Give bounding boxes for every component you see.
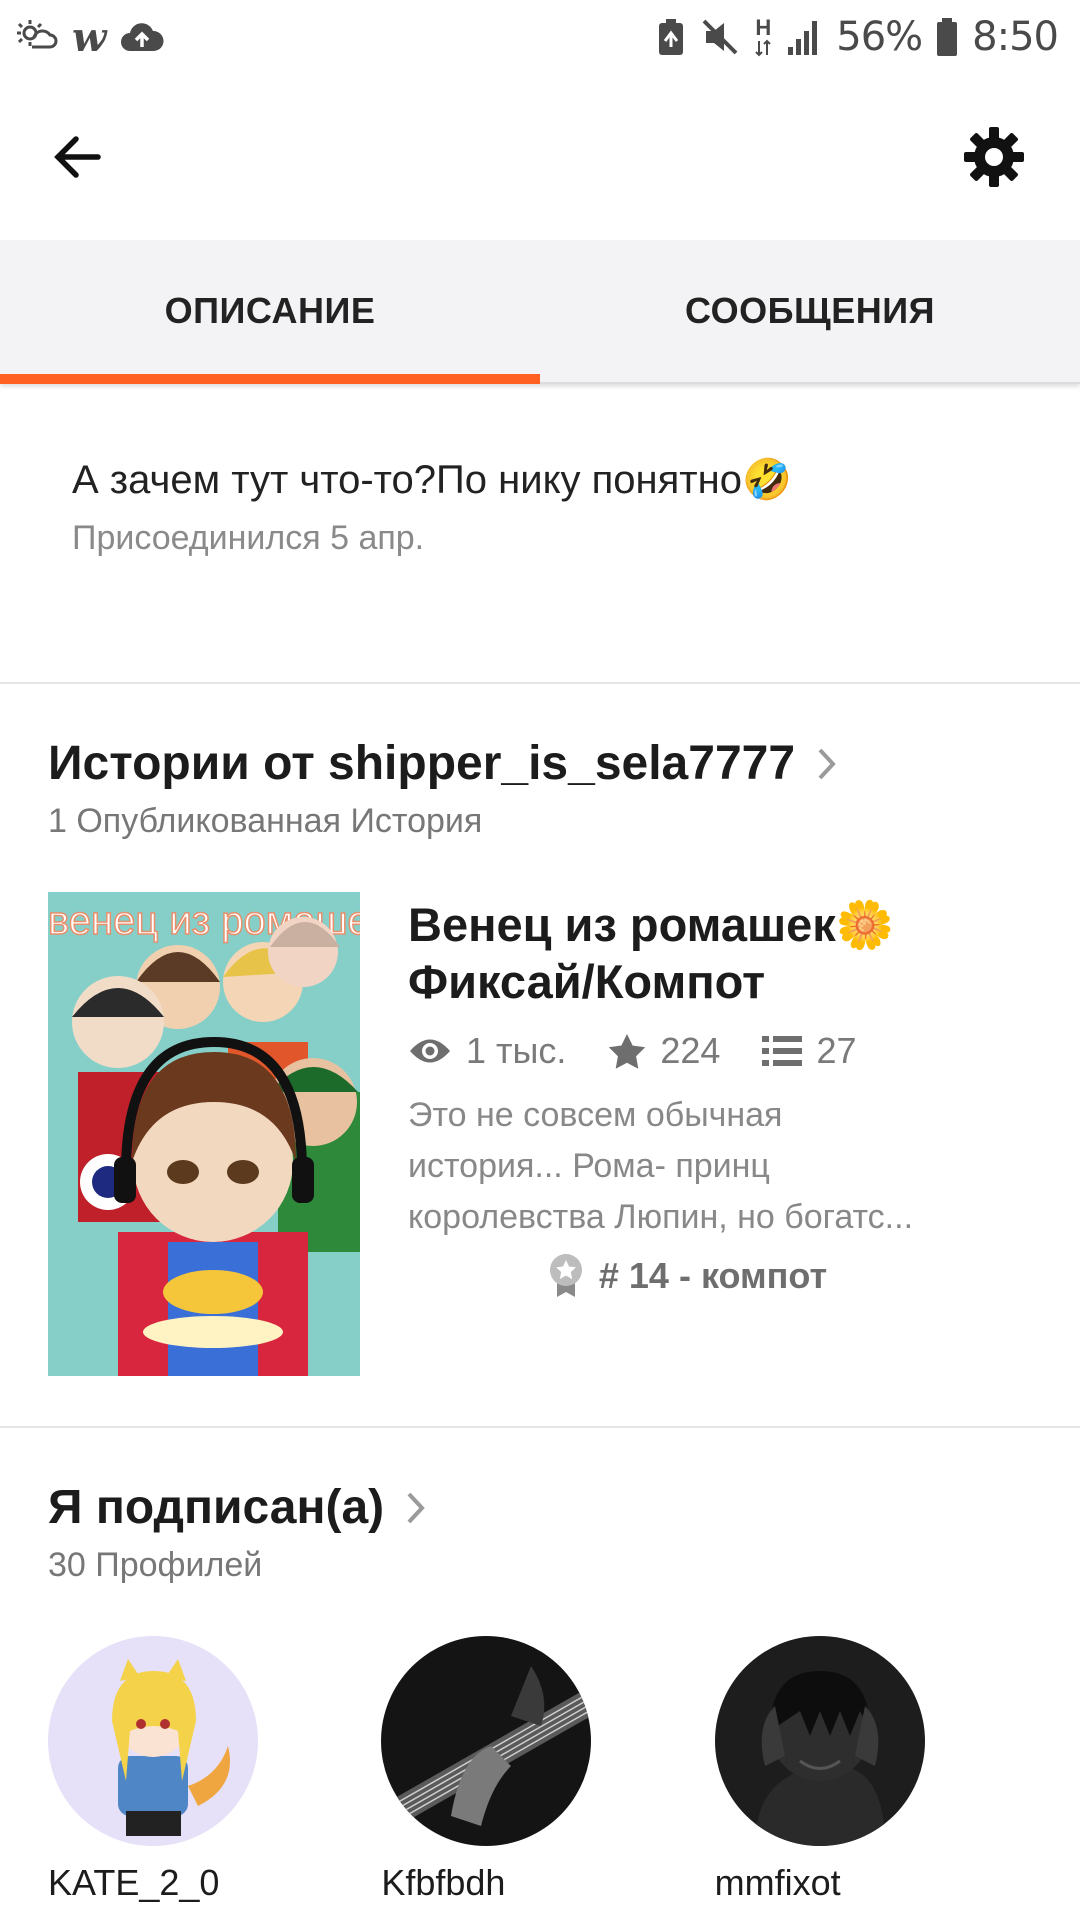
- chevron-right-icon: [818, 748, 836, 779]
- gear-icon: [964, 127, 1024, 187]
- story-stats: 1 тыс. 224 27: [408, 1030, 1028, 1072]
- story-description-line: королевства Люпин, но богатс...: [408, 1198, 914, 1236]
- tab-bar: ОПИСАНИЕ СООБЩЕНИЯ: [0, 240, 1080, 384]
- story-info: Венец из ромашек🌼 Фиксай/Компот 1 тыс. 2…: [408, 896, 1028, 1299]
- divider: [0, 682, 1080, 684]
- profile-item[interactable]: Kfbfbdh: [381, 1636, 714, 1904]
- clock: 8:50: [972, 14, 1059, 60]
- about-section: А зачем тут что-то?По нику понятно🤣 Прис…: [72, 456, 1032, 558]
- parts-stat: 27: [762, 1030, 857, 1072]
- story-title-line2: Фиксай/Компот: [408, 955, 766, 1008]
- status-left: w: [14, 14, 164, 61]
- profile-name: KATE_2_0: [48, 1862, 220, 1903]
- cloud-upload-icon: [120, 19, 164, 55]
- settings-button[interactable]: [944, 107, 1044, 207]
- joined-date: Присоединился 5 апр.: [72, 519, 425, 557]
- story-rank[interactable]: # 14 - компот: [408, 1253, 1028, 1299]
- signal-icon: [786, 17, 822, 57]
- back-button[interactable]: [50, 107, 150, 207]
- avatar[interactable]: [48, 1636, 258, 1846]
- divider: [0, 1426, 1080, 1428]
- story-description-line: Это не совсем обычная: [408, 1096, 783, 1134]
- battery-saver-icon: [656, 17, 686, 57]
- story-title[interactable]: Венец из ромашек🌼 Фиксай/Компот: [408, 896, 1028, 1010]
- mute-icon: [700, 17, 740, 57]
- profile-item[interactable]: mmfixot: [714, 1636, 1048, 1904]
- following-title: Я подписан(а): [48, 1481, 385, 1534]
- battery-percent: 56%: [836, 14, 923, 60]
- weather-icon: [14, 17, 58, 57]
- profile-name: Kfbfbdh: [381, 1862, 506, 1903]
- story-cover-image[interactable]: венец из ромашек: [48, 892, 360, 1376]
- network-label: H: [755, 15, 772, 40]
- story-description: Это не совсем обычная история... Рома- п…: [408, 1090, 1028, 1243]
- profiles-list: KATE_2_0 Kfbfbdh mmfixot: [48, 1636, 1048, 1904]
- votes-count: 224: [660, 1030, 721, 1071]
- network-h-icon: H: [754, 17, 772, 57]
- parts-count: 27: [816, 1030, 857, 1071]
- wattpad-w-icon: w: [72, 13, 107, 61]
- avatar[interactable]: [714, 1636, 925, 1846]
- star-icon: [609, 1034, 646, 1069]
- tab-messages[interactable]: СООБЩЕНИЯ: [540, 240, 1080, 382]
- battery-icon: [936, 17, 958, 57]
- award-badge-icon: [549, 1254, 582, 1297]
- story-title-line1: Венец из ромашек🌼: [408, 898, 895, 951]
- eye-icon: [410, 1039, 450, 1063]
- stories-count: 1 Опубликованная История: [48, 802, 483, 840]
- story-description-line: история... Рома- принц: [408, 1147, 770, 1185]
- stories-header[interactable]: Истории от shipper_is_sela7777: [48, 736, 837, 791]
- profile-item[interactable]: KATE_2_0: [48, 1636, 381, 1904]
- back-arrow-icon: [54, 136, 101, 178]
- stories-title: Истории от shipper_is_sela7777: [48, 737, 796, 790]
- following-header[interactable]: Я подписан(а): [48, 1480, 426, 1535]
- votes-stat: 224: [608, 1030, 720, 1072]
- status-bar: w H 56% 8:50: [0, 0, 1080, 74]
- chevron-right-icon: [407, 1492, 425, 1523]
- app-bar: [0, 74, 1080, 240]
- list-icon: [762, 1036, 803, 1066]
- views-count: 1 тыс.: [466, 1030, 567, 1071]
- about-text: А зачем тут что-то?По нику понятно🤣: [72, 458, 792, 502]
- rank-text: # 14 - компот: [598, 1255, 828, 1296]
- views-stat: 1 тыс.: [408, 1030, 566, 1072]
- following-count: 30 Профилей: [48, 1546, 263, 1584]
- profile-name: mmfixot: [714, 1862, 841, 1903]
- status-right: H 56% 8:50: [656, 14, 1059, 60]
- tab-description[interactable]: ОПИСАНИЕ: [0, 240, 540, 384]
- avatar[interactable]: [381, 1636, 592, 1846]
